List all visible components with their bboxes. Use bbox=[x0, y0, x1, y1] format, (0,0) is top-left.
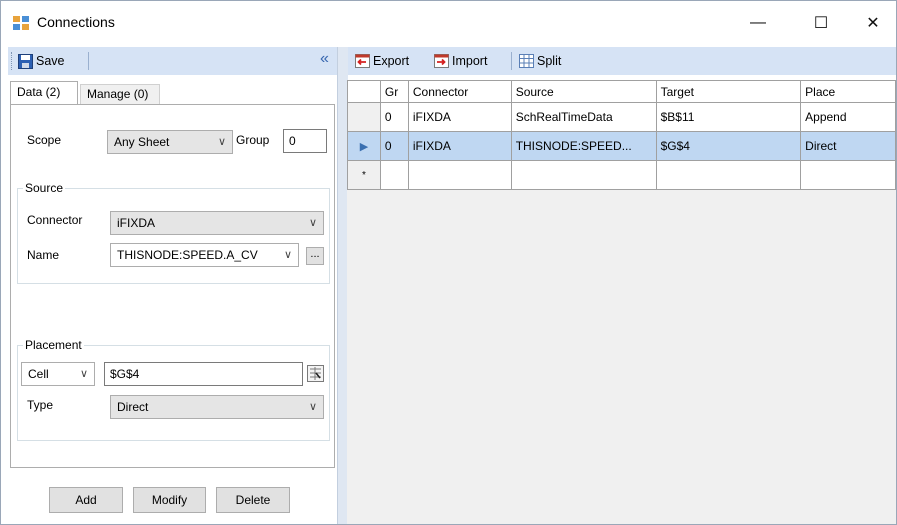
group-label: Group bbox=[236, 133, 270, 147]
placement-mode-value: Cell bbox=[28, 367, 49, 381]
new-cell[interactable] bbox=[407, 160, 512, 190]
placement-address-input[interactable]: $G$4 bbox=[104, 362, 303, 386]
left-toolbar: Save « bbox=[8, 47, 337, 75]
browse-button[interactable]: ... bbox=[306, 247, 324, 265]
type-select-value: Direct bbox=[117, 400, 149, 414]
toolbar-separator bbox=[88, 52, 89, 70]
export-button[interactable]: Export bbox=[355, 53, 409, 69]
source-group-title: Source bbox=[23, 181, 66, 195]
right-toolbar: Export Import Split bbox=[347, 47, 896, 75]
tab-strip: Data (2) Manage (0) bbox=[8, 81, 337, 105]
delete-button[interactable]: Delete bbox=[216, 487, 290, 513]
modify-button[interactable]: Modify bbox=[133, 487, 206, 513]
table-row-selected[interactable]: ▶ 0 iFIXDA THISNODE:SPEED... $G$4 Direct bbox=[347, 131, 896, 161]
column-header-connector[interactable]: Connector bbox=[407, 80, 512, 103]
placement-mode-select[interactable]: Cell ∨ bbox=[21, 362, 95, 386]
left-panel: Data (2) Manage (0) Scope Any Sheet ∨ Gr… bbox=[8, 75, 337, 524]
split-button[interactable]: Split bbox=[519, 53, 561, 69]
connections-table: Gr Connector Source Target Place 0 iFIXD… bbox=[347, 80, 896, 190]
connector-label: Connector bbox=[27, 213, 83, 227]
name-combo[interactable]: THISNODE:SPEED.A_CV ∨ bbox=[110, 243, 299, 267]
connections-window: Connections — ☐ ✕ Save « Export Import S… bbox=[0, 0, 897, 525]
data-tab-page: Scope Any Sheet ∨ Group 0 Source Connect… bbox=[10, 104, 335, 468]
toolbar-separator bbox=[511, 52, 512, 70]
scope-select-value: Any Sheet bbox=[114, 135, 170, 149]
import-icon bbox=[434, 54, 449, 68]
row-header-corner bbox=[347, 80, 381, 103]
app-icon bbox=[13, 16, 29, 30]
cell-picker-icon bbox=[307, 365, 324, 382]
export-icon bbox=[355, 54, 370, 68]
tab-data[interactable]: Data (2) bbox=[10, 81, 78, 105]
maximize-button[interactable]: ☐ bbox=[798, 1, 844, 45]
new-row-icon[interactable]: * bbox=[347, 160, 381, 190]
placement-group: Placement Cell ∨ $G$4 Type Direct ∨ bbox=[17, 338, 330, 441]
source-group: Source Connector iFIXDA ∨ Name THISNODE:… bbox=[17, 181, 330, 284]
connector-select-value: iFIXDA bbox=[117, 216, 156, 230]
placement-group-title: Placement bbox=[23, 338, 84, 352]
export-label: Export bbox=[373, 54, 410, 68]
chevron-down-icon: ∨ bbox=[283, 249, 292, 261]
type-select[interactable]: Direct ∨ bbox=[110, 395, 324, 419]
double-chevron-left-icon: « bbox=[320, 50, 329, 67]
table-row[interactable]: 0 iFIXDA SchRealTimeData $B$11 Append bbox=[347, 102, 896, 132]
chevron-down-icon: ∨ bbox=[308, 401, 317, 413]
toolbar-grip bbox=[11, 52, 15, 70]
chevron-down-icon: ∨ bbox=[308, 217, 317, 229]
new-cell[interactable] bbox=[655, 160, 802, 190]
new-cell[interactable] bbox=[510, 160, 657, 190]
import-button[interactable]: Import bbox=[434, 53, 487, 69]
cell-connector[interactable]: iFIXDA bbox=[407, 102, 512, 132]
column-header-place[interactable]: Place bbox=[800, 80, 896, 103]
close-button[interactable]: ✕ bbox=[850, 1, 896, 45]
cell-gr[interactable]: 0 bbox=[379, 131, 409, 161]
add-button[interactable]: Add bbox=[49, 487, 123, 513]
minimize-button[interactable]: — bbox=[735, 1, 781, 45]
chevron-down-icon: ∨ bbox=[79, 368, 88, 380]
row-header[interactable] bbox=[347, 102, 381, 132]
save-button[interactable]: Save bbox=[18, 53, 65, 69]
scope-select[interactable]: Any Sheet ∨ bbox=[107, 130, 233, 154]
import-label: Import bbox=[452, 54, 488, 68]
cell-source[interactable]: THISNODE:SPEED... bbox=[510, 131, 657, 161]
cell-target[interactable]: $G$4 bbox=[655, 131, 802, 161]
column-header-source[interactable]: Source bbox=[510, 80, 657, 103]
window-title: Connections bbox=[37, 14, 115, 30]
cell-picker-button[interactable] bbox=[307, 365, 324, 382]
column-header-gr[interactable]: Gr bbox=[379, 80, 409, 103]
save-label: Save bbox=[36, 54, 65, 68]
current-row-icon[interactable]: ▶ bbox=[347, 131, 381, 161]
split-label: Split bbox=[537, 54, 562, 68]
column-header-target[interactable]: Target bbox=[655, 80, 802, 103]
save-icon bbox=[18, 53, 33, 69]
name-label: Name bbox=[27, 248, 60, 262]
split-table-icon bbox=[519, 54, 534, 68]
cell-place[interactable]: Append bbox=[800, 102, 896, 132]
type-label: Type bbox=[27, 398, 54, 412]
name-combo-value: THISNODE:SPEED.A_CV bbox=[117, 248, 258, 262]
cell-source[interactable]: SchRealTimeData bbox=[510, 102, 657, 132]
connector-select[interactable]: iFIXDA ∨ bbox=[110, 211, 324, 235]
tab-manage[interactable]: Manage (0) bbox=[80, 84, 160, 104]
cell-target[interactable]: $B$11 bbox=[655, 102, 802, 132]
connections-grid: Gr Connector Source Target Place 0 iFIXD… bbox=[347, 80, 896, 524]
new-cell[interactable] bbox=[800, 160, 896, 190]
title-bar[interactable]: Connections — ☐ ✕ bbox=[1, 1, 896, 45]
group-input[interactable]: 0 bbox=[283, 129, 327, 153]
cell-connector[interactable]: iFIXDA bbox=[407, 131, 512, 161]
new-row[interactable]: * bbox=[347, 160, 896, 190]
cell-gr[interactable]: 0 bbox=[379, 102, 409, 132]
cell-place[interactable]: Direct bbox=[800, 131, 896, 161]
chevron-down-icon: ∨ bbox=[217, 136, 226, 148]
collapse-panel-button[interactable]: « bbox=[320, 50, 329, 67]
scope-label: Scope bbox=[27, 133, 62, 147]
table-header-row: Gr Connector Source Target Place bbox=[347, 80, 896, 103]
new-cell[interactable] bbox=[379, 160, 409, 190]
